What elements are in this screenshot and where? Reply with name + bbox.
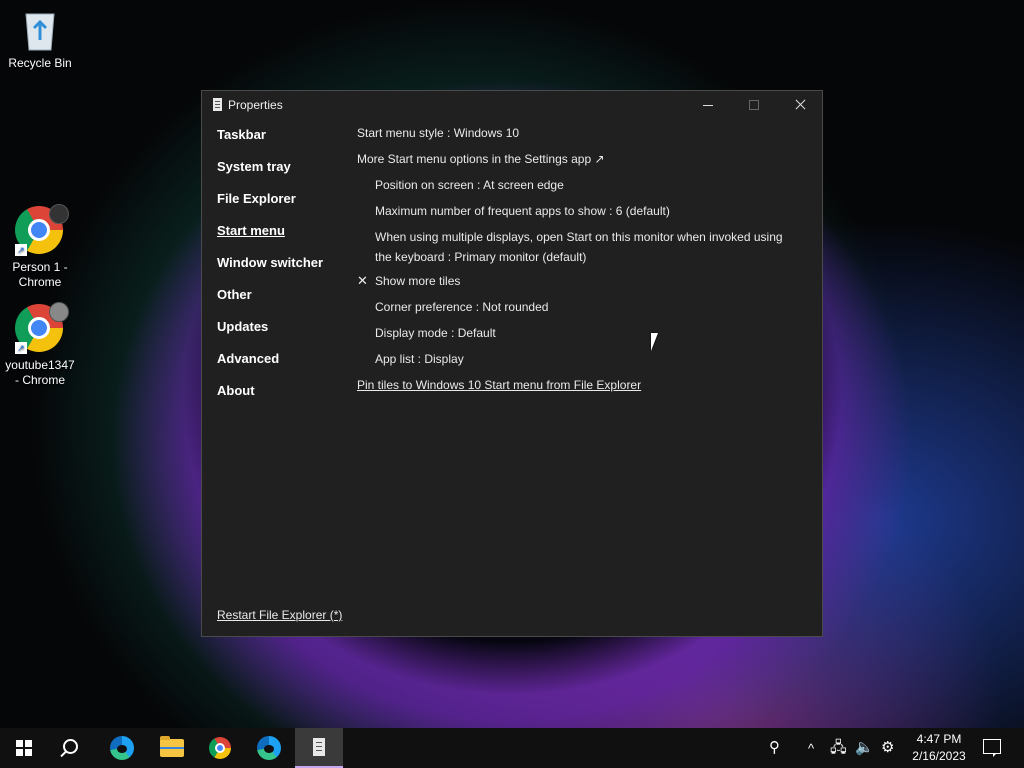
nav-item-system-tray[interactable]: System tray xyxy=(217,159,323,191)
mouse-pointer-icon xyxy=(651,333,658,351)
desktop-icon-label: - Chrome xyxy=(14,373,65,387)
taskbar-edge-beta[interactable] xyxy=(245,728,293,768)
desktop-icon-youtube-chrome[interactable]: ↗ youtube1347 - Chrome xyxy=(0,302,80,388)
edge-beta-icon xyxy=(257,736,281,760)
search-button[interactable] xyxy=(48,728,96,768)
start-button[interactable] xyxy=(0,728,48,768)
shortcut-arrow-icon: ↗ xyxy=(15,244,27,256)
settings-panel: Start menu style : Windows 10 More Start… xyxy=(357,125,797,403)
network-icon[interactable]: 🖧 xyxy=(830,738,847,758)
taskbar: ⚲ ^ 🖧 🔈 ⚙ 4:47 PM 2/16/2023 xyxy=(0,728,1024,768)
clock[interactable]: 4:47 PM 2/16/2023 xyxy=(908,731,970,765)
desktop-icon-label: Person 1 - xyxy=(12,260,68,274)
clock-date: 2/16/2023 xyxy=(912,749,966,763)
windows-logo-icon xyxy=(16,740,32,756)
show-hidden-icons-chevron[interactable]: ^ xyxy=(808,739,814,759)
restart-explorer-link[interactable]: Restart File Explorer (*) xyxy=(217,608,342,622)
nav-item-file-explorer[interactable]: File Explorer xyxy=(217,191,323,223)
properties-app-icon xyxy=(313,738,325,756)
chrome-icon xyxy=(209,737,231,759)
link-more-start-options[interactable]: More Start menu options in the Settings … xyxy=(357,151,797,177)
setting-multiple-displays[interactable]: When using multiple displays, open Start… xyxy=(357,227,797,273)
setting-display-mode[interactable]: Display mode : Default xyxy=(357,325,797,351)
taskbar-properties[interactable] xyxy=(295,728,343,768)
setting-start-menu-style[interactable]: Start menu style : Windows 10 xyxy=(357,125,797,151)
window-title: Properties xyxy=(228,98,283,112)
nav-item-other[interactable]: Other xyxy=(217,287,323,319)
shortcut-arrow-icon: ↗ xyxy=(15,342,27,354)
nav-item-window-switcher[interactable]: Window switcher xyxy=(217,255,323,287)
nav-item-start-menu[interactable]: Start menu xyxy=(217,223,323,255)
folder-icon xyxy=(160,736,184,757)
desktop-icon-label: Chrome xyxy=(18,275,62,289)
setting-position-on-screen[interactable]: Position on screen : At screen edge xyxy=(357,177,797,203)
link-pin-tiles[interactable]: Pin tiles to Windows 10 Start menu from … xyxy=(357,377,797,403)
setting-label: Show more tiles xyxy=(375,274,461,288)
clock-time: 4:47 PM xyxy=(916,732,962,746)
nav-item-about[interactable]: About xyxy=(217,383,323,415)
profile-avatar-icon xyxy=(49,204,69,224)
chrome-icon: ↗ xyxy=(15,204,69,256)
close-button[interactable] xyxy=(777,91,823,119)
properties-app-icon xyxy=(213,98,222,111)
desktop-icon-person1-chrome[interactable]: ↗ Person 1 - Chrome xyxy=(0,204,80,290)
search-icon xyxy=(63,739,78,754)
nav-item-taskbar[interactable]: Taskbar xyxy=(217,127,323,159)
taskbar-edge[interactable] xyxy=(98,728,146,768)
setting-max-frequent-apps[interactable]: Maximum number of frequent apps to show … xyxy=(357,203,797,229)
setting-show-more-tiles[interactable]: ✕ Show more tiles xyxy=(357,273,797,299)
settings-gear-icon[interactable]: ⚙ xyxy=(881,738,894,758)
sidebar-nav: Taskbar System tray File Explorer Start … xyxy=(217,127,323,415)
setting-app-list[interactable]: App list : Display xyxy=(357,351,797,377)
people-icon[interactable]: ⚲ xyxy=(769,738,780,758)
taskbar-file-explorer[interactable] xyxy=(148,728,196,768)
properties-window: Properties Taskbar System tray File Expl… xyxy=(201,90,823,637)
minimize-button[interactable] xyxy=(685,91,731,119)
maximize-button[interactable] xyxy=(731,91,777,119)
edge-icon xyxy=(110,736,134,760)
desktop-icon-label: Recycle Bin xyxy=(8,56,72,70)
desktop-icon-recycle-bin[interactable]: Recycle Bin xyxy=(0,8,80,71)
recycle-bin-icon xyxy=(20,8,60,52)
profile-avatar-icon xyxy=(49,302,69,322)
volume-icon[interactable]: 🔈 xyxy=(855,738,874,758)
chrome-icon: ↗ xyxy=(15,302,69,354)
checked-x-icon: ✕ xyxy=(357,273,368,288)
notification-center-icon[interactable] xyxy=(983,739,1001,757)
title-bar[interactable]: Properties xyxy=(202,91,822,119)
setting-corner-preference[interactable]: Corner preference : Not rounded xyxy=(357,299,797,325)
taskbar-chrome[interactable] xyxy=(196,728,244,768)
nav-item-updates[interactable]: Updates xyxy=(217,319,323,351)
desktop-icon-label: youtube1347 xyxy=(5,358,75,372)
nav-item-advanced[interactable]: Advanced xyxy=(217,351,323,383)
